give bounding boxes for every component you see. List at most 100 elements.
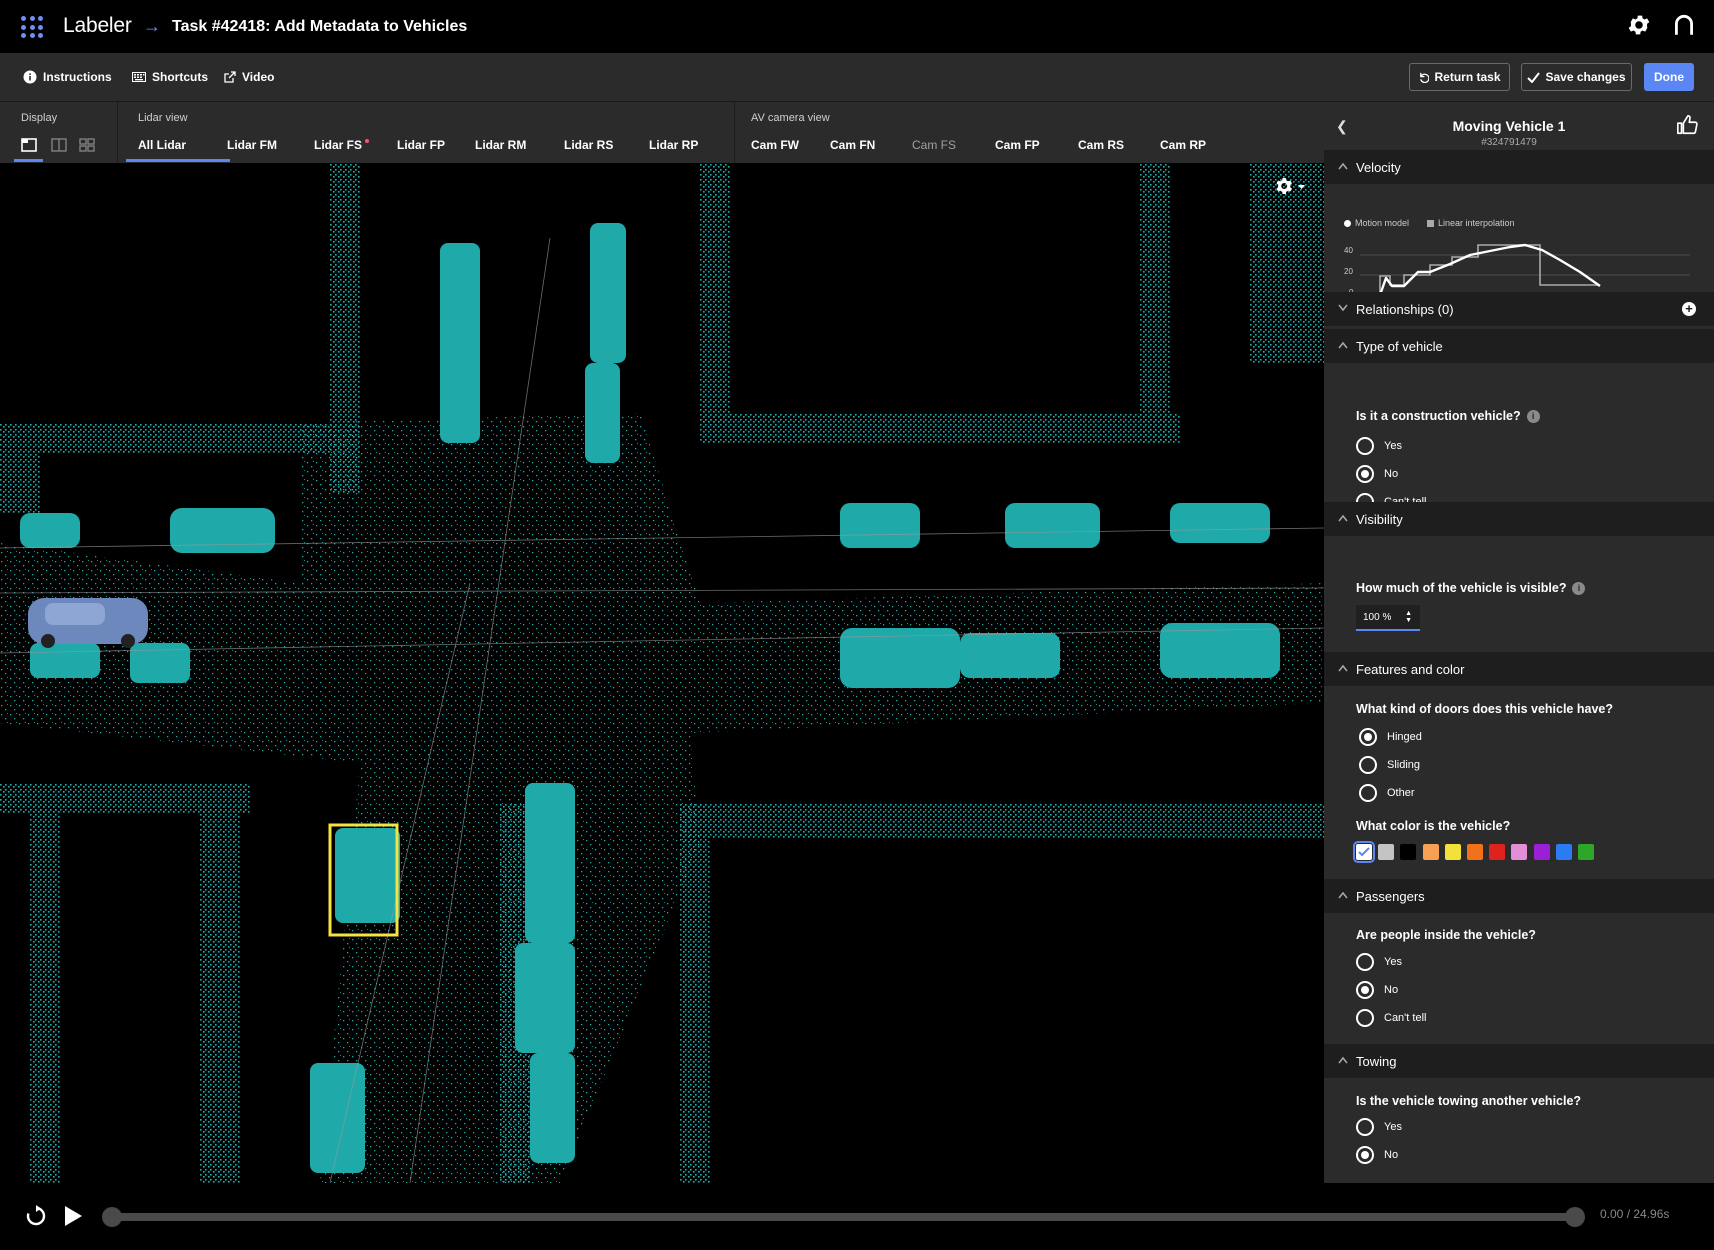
- doors-option-hinged[interactable]: Hinged: [1359, 728, 1422, 746]
- passengers-option-no[interactable]: No: [1356, 981, 1398, 999]
- chevron-up-icon: [1338, 514, 1348, 522]
- radio-selected-icon: [1356, 1146, 1374, 1164]
- option-label: Yes: [1384, 1121, 1402, 1133]
- color-swatch[interactable]: [1533, 844, 1550, 860]
- object-title: Moving Vehicle 1: [1452, 118, 1566, 134]
- thumbs-up-icon[interactable]: [1676, 114, 1698, 136]
- section-velocity-header[interactable]: Velocity: [1324, 150, 1714, 184]
- split-layout-icon[interactable]: [51, 138, 67, 152]
- gear-icon[interactable]: [1626, 12, 1652, 38]
- single-layout-icon[interactable]: [21, 138, 37, 152]
- tab-cam-fw[interactable]: Cam FW: [751, 138, 799, 152]
- info-icon[interactable]: i: [1526, 410, 1540, 423]
- check-icon: [1527, 71, 1541, 83]
- color-swatch[interactable]: [1555, 844, 1572, 860]
- visibility-percent-stepper[interactable]: 100 % ▲ ▼: [1356, 605, 1420, 631]
- section-features-title: Features and color: [1356, 661, 1465, 677]
- section-features-header[interactable]: Features and color: [1324, 652, 1714, 686]
- save-changes-button[interactable]: Save changes: [1521, 63, 1632, 91]
- tab-lidar-fm[interactable]: Lidar FM: [227, 138, 277, 152]
- legend-square-icon: [1427, 219, 1434, 227]
- color-swatch[interactable]: [1422, 844, 1439, 860]
- section-type-title: Type of vehicle: [1356, 338, 1443, 354]
- timeline-scrubber[interactable]: [110, 1213, 1576, 1221]
- object-id: #324791479: [1481, 137, 1537, 148]
- color-swatch[interactable]: [1444, 844, 1461, 860]
- tab-all-lidar[interactable]: All Lidar: [138, 138, 186, 152]
- passengers-option-cant-tell[interactable]: Can't tell: [1356, 1009, 1426, 1027]
- tab-lidar-fp[interactable]: Lidar FP: [397, 138, 445, 152]
- section-relationships-title: Relationships (0): [1356, 301, 1454, 317]
- lidar-viewport[interactable]: [0, 163, 1324, 1183]
- towing-option-no[interactable]: No: [1356, 1146, 1398, 1164]
- chevron-up-icon: [1338, 1056, 1348, 1064]
- ego-vehicle-model: [28, 598, 148, 648]
- lidar-point-cloud: [0, 163, 1324, 1183]
- section-towing-header[interactable]: Towing: [1324, 1044, 1714, 1078]
- viewport-settings-gear-icon[interactable]: [1274, 176, 1308, 196]
- done-button[interactable]: Done: [1644, 63, 1694, 91]
- doors-option-other[interactable]: Other: [1359, 784, 1415, 802]
- construction-option-yes[interactable]: Yes: [1356, 437, 1402, 455]
- section-relationships-header[interactable]: Relationships (0) +: [1324, 292, 1714, 326]
- chevron-up-icon: [1338, 664, 1348, 672]
- video-link[interactable]: Video: [224, 70, 274, 84]
- user-icon[interactable]: [1671, 12, 1697, 38]
- section-passengers-title: Passengers: [1356, 888, 1425, 904]
- lidar-section-label: Lidar view: [138, 112, 188, 124]
- return-task-label: Return task: [1434, 70, 1501, 84]
- color-swatch[interactable]: [1378, 844, 1395, 860]
- section-visibility-header[interactable]: Visibility: [1324, 502, 1714, 536]
- grid-layout-icon[interactable]: [79, 138, 95, 152]
- tab-lidar-fs-alert-dot: [365, 139, 369, 143]
- construction-option-no[interactable]: No: [1356, 465, 1398, 483]
- option-label: No: [1384, 468, 1399, 480]
- stepper-arrows-icon[interactable]: ▲ ▼: [1405, 610, 1412, 624]
- tab-cam-rp[interactable]: Cam RP: [1160, 138, 1206, 152]
- playback-time: 0.00 / 24.96s: [1600, 1207, 1670, 1221]
- option-label: Can't tell: [1384, 1012, 1427, 1024]
- section-passengers-header[interactable]: Passengers: [1324, 879, 1714, 913]
- tab-lidar-fs[interactable]: Lidar FS: [314, 138, 362, 152]
- visibility-question: How much of the vehicle is visible? i: [1356, 581, 1586, 595]
- return-task-button[interactable]: Return task: [1409, 63, 1510, 91]
- timeline-start-handle[interactable]: [102, 1207, 122, 1227]
- radio-icon: [1356, 1009, 1374, 1027]
- section-towing-title: Towing: [1356, 1053, 1397, 1069]
- play-icon[interactable]: [63, 1205, 83, 1227]
- shortcuts-label: Shortcuts: [152, 70, 209, 84]
- replay-icon[interactable]: [24, 1204, 48, 1228]
- object-attributes-panel: ❮ Moving Vehicle 1 #324791479 Velocity M…: [1324, 102, 1714, 1183]
- velocity-chart: [1360, 243, 1690, 297]
- apps-grid-icon[interactable]: [21, 16, 43, 38]
- tab-lidar-rm[interactable]: Lidar RM: [475, 138, 526, 152]
- tab-lidar-rp[interactable]: Lidar RP: [649, 138, 698, 152]
- chevron-up-icon: [1338, 891, 1348, 899]
- color-swatch[interactable]: [1467, 844, 1483, 860]
- tab-cam-fp[interactable]: Cam FP: [995, 138, 1040, 152]
- passengers-option-yes[interactable]: Yes: [1356, 953, 1402, 971]
- undo-icon: [1420, 72, 1430, 83]
- color-swatch[interactable]: [1578, 844, 1594, 860]
- tab-cam-fn[interactable]: Cam FN: [830, 138, 875, 152]
- color-swatch[interactable]: [1511, 844, 1528, 860]
- color-swatch[interactable]: [1353, 841, 1375, 863]
- shortcuts-link[interactable]: Shortcuts: [132, 70, 208, 84]
- timeline-end-handle[interactable]: [1565, 1207, 1585, 1227]
- task-toolbar: Instructions Shortcuts Video Return task…: [0, 53, 1714, 102]
- breadcrumb-arrow-icon: →: [143, 16, 161, 36]
- instructions-link[interactable]: Instructions: [23, 70, 112, 84]
- tab-lidar-rs[interactable]: Lidar RS: [564, 138, 613, 152]
- tab-cam-rs[interactable]: Cam RS: [1078, 138, 1124, 152]
- section-type-header[interactable]: Type of vehicle: [1324, 329, 1714, 363]
- tab-cam-fs[interactable]: Cam FS: [912, 138, 956, 152]
- color-swatch[interactable]: [1400, 844, 1417, 860]
- section-velocity-title: Velocity: [1356, 159, 1401, 175]
- towing-option-yes[interactable]: Yes: [1356, 1118, 1402, 1136]
- lidar-active-underline: [126, 159, 230, 162]
- add-relationship-icon[interactable]: +: [1682, 302, 1696, 316]
- color-swatch[interactable]: [1489, 844, 1506, 860]
- doors-option-sliding[interactable]: Sliding: [1359, 756, 1420, 774]
- info-icon[interactable]: i: [1572, 582, 1586, 595]
- camera-section-label: AV camera view: [751, 112, 830, 124]
